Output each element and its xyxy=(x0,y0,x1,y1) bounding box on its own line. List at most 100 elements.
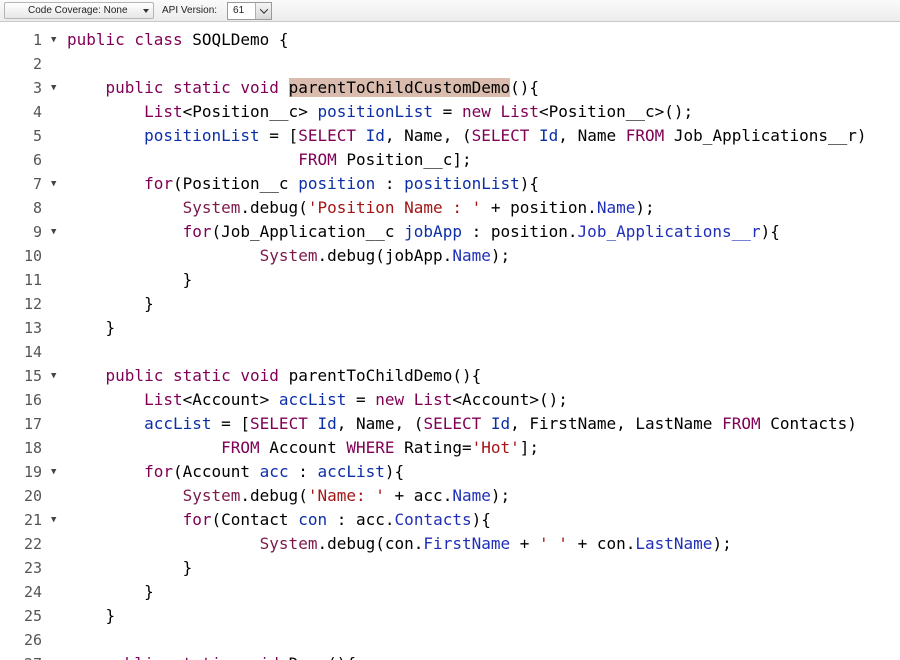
code-token: Account xyxy=(269,438,347,457)
line-code: for(Position__c position : positionList)… xyxy=(64,172,539,196)
code-token: SOQLDemo { xyxy=(192,30,289,49)
line-code: List<Account> accList = new List<Account… xyxy=(64,388,568,412)
code-line[interactable]: 25 } xyxy=(0,604,900,628)
fold-toggle-icon[interactable]: ▼ xyxy=(51,364,56,388)
line-code: } xyxy=(64,556,193,580)
code-token: Id xyxy=(490,414,511,433)
code-token: public static void xyxy=(105,78,289,97)
line-number: 20 xyxy=(23,487,42,505)
line-number: 23 xyxy=(23,559,42,577)
api-version-select[interactable]: 61 xyxy=(227,1,273,20)
code-token: parentToChildDemo(){ xyxy=(288,366,482,385)
code-token: FirstName xyxy=(423,534,511,553)
code-line[interactable]: 27 ▼ public static void Demo(){ xyxy=(0,652,900,660)
line-number: 22 xyxy=(23,535,42,553)
code-token: for xyxy=(182,510,212,529)
code-line[interactable]: 5 positionList = [SELECT Id, Name, (SELE… xyxy=(0,124,900,148)
chevron-down-icon[interactable] xyxy=(255,2,272,19)
line-gutter: 20 xyxy=(0,484,64,508)
code-line[interactable]: 13 } xyxy=(0,316,900,340)
code-token: ); xyxy=(712,534,732,553)
code-line[interactable]: 21 ▼ for(Contact con : acc.Contacts){ xyxy=(0,508,900,532)
code-line[interactable]: 14 xyxy=(0,340,900,364)
code-token: System xyxy=(182,486,241,505)
code-line[interactable]: 19 ▼ for(Account acc : accList){ xyxy=(0,460,900,484)
code-token: for xyxy=(144,462,173,481)
line-gutter: 19 ▼ xyxy=(0,460,64,484)
code-line[interactable]: 23 } xyxy=(0,556,900,580)
code-token: for xyxy=(144,174,173,193)
code-token: = [ xyxy=(211,414,251,433)
line-code: List<Position__c> positionList = new Lis… xyxy=(64,100,693,124)
code-token: Name xyxy=(452,486,491,505)
code-token: ' ' xyxy=(539,534,568,553)
code-line[interactable]: 10 System.debug(jobApp.Name); xyxy=(0,244,900,268)
line-code: System.debug(con.FirstName + ' ' + con.L… xyxy=(64,532,732,556)
line-gutter: 18 xyxy=(0,436,64,460)
code-line[interactable]: 15 ▼ public static void parentToChildDemo… xyxy=(0,364,900,388)
code-line[interactable]: 2 xyxy=(0,52,900,76)
code-token: (){ xyxy=(510,78,540,97)
fold-toggle-icon[interactable]: ▼ xyxy=(51,652,56,660)
fold-toggle-icon[interactable]: ▼ xyxy=(51,76,56,100)
code-editor[interactable]: 1 ▼ public class SOQLDemo {2 3 ▼ public stat… xyxy=(0,28,900,660)
code-token: Job_Applications__r) xyxy=(673,126,867,145)
code-line[interactable]: 1 ▼ public class SOQLDemo { xyxy=(0,28,900,52)
fold-toggle-icon[interactable]: ▼ xyxy=(51,508,56,532)
line-number: 3 xyxy=(32,79,42,97)
code-token: FROM xyxy=(722,414,771,433)
line-gutter: 25 xyxy=(0,604,64,628)
code-line[interactable]: 18 FROM Account WHERE Rating='Hot']; xyxy=(0,436,900,460)
code-coverage-dropdown[interactable]: Code Coverage: None xyxy=(4,2,154,19)
code-line[interactable]: 6 FROM Position__c]; xyxy=(0,148,900,172)
code-line[interactable]: 20 System.debug('Name: ' + acc.Name); xyxy=(0,484,900,508)
code-line[interactable]: 4 List<Position__c> positionList = new L… xyxy=(0,100,900,124)
editor-toolbar: Code Coverage: None API Version: 61 xyxy=(0,0,900,22)
line-code: } xyxy=(64,292,154,316)
code-line[interactable]: 16 List<Account> accList = new List<Acco… xyxy=(0,388,900,412)
fold-toggle-icon[interactable]: ▼ xyxy=(51,220,56,244)
code-token: accList xyxy=(278,390,347,409)
line-code: for(Job_Application__c jobApp : position… xyxy=(64,220,780,244)
code-token: SELECT xyxy=(250,414,318,433)
code-token: System xyxy=(182,198,241,217)
line-number: 24 xyxy=(23,583,42,601)
code-token: Demo(){ xyxy=(289,654,356,660)
code-line[interactable]: 12 } xyxy=(0,292,900,316)
code-line[interactable]: 3 ▼ public static void parentToChildCusto… xyxy=(0,76,900,100)
fold-toggle-icon[interactable]: ▼ xyxy=(51,172,56,196)
line-gutter: 11 xyxy=(0,268,64,292)
code-line[interactable]: 26 xyxy=(0,628,900,652)
code-token: 'Hot' xyxy=(471,438,520,457)
line-code: public static void parentToChildCustomDe… xyxy=(64,76,539,100)
code-token: public static void xyxy=(106,654,289,660)
code-line[interactable]: 8 System.debug('Position Name : ' + posi… xyxy=(0,196,900,220)
fold-toggle-icon[interactable]: ▼ xyxy=(51,28,56,52)
code-line[interactable]: 24 } xyxy=(0,580,900,604)
line-code: } xyxy=(64,268,193,292)
code-token: Id xyxy=(317,414,337,433)
code-token: = xyxy=(346,390,376,409)
code-line[interactable]: 22 System.debug(con.FirstName + ' ' + co… xyxy=(0,532,900,556)
code-token: .debug(jobApp. xyxy=(317,246,453,265)
line-gutter: 26 xyxy=(0,628,64,652)
code-line[interactable]: 7 ▼ for(Position__c position : positionLi… xyxy=(0,172,900,196)
line-code: } xyxy=(64,580,154,604)
fold-toggle-icon[interactable]: ▼ xyxy=(51,460,56,484)
code-token: FROM xyxy=(298,150,347,169)
code-token: 'Name: ' xyxy=(307,486,385,505)
code-line[interactable]: 9 ▼ for(Job_Application__c jobApp : posit… xyxy=(0,220,900,244)
code-line[interactable]: 17 accList = [SELECT Id, Name, (SELECT I… xyxy=(0,412,900,436)
line-code: public class SOQLDemo { xyxy=(64,28,289,52)
code-line[interactable]: 11 } xyxy=(0,268,900,292)
line-code: positionList = [SELECT Id, Name, (SELECT… xyxy=(64,124,867,148)
code-token: (Position__c xyxy=(172,174,299,193)
code-token: (Account xyxy=(172,462,260,481)
line-number: 6 xyxy=(32,151,42,169)
